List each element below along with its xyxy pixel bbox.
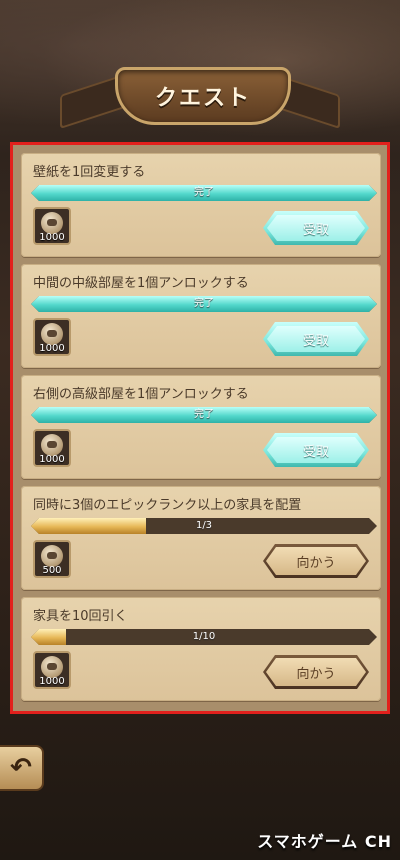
go-button[interactable]: 向かう xyxy=(263,544,369,578)
quest-card: 家具を10回引く 1/10 1000 向かう xyxy=(21,597,381,701)
claim-button[interactable]: 受取 xyxy=(263,322,369,356)
title-plaque: クエスト xyxy=(115,67,291,125)
progress-text: 完了 xyxy=(194,187,214,198)
watermark: スマホゲーム CH xyxy=(257,832,392,851)
progress-bar: 完了 xyxy=(31,407,377,423)
reward-amount: 1000 xyxy=(39,232,65,243)
claim-button-label: 受取 xyxy=(302,222,329,238)
page-title: クエスト xyxy=(154,86,251,111)
reward-amount: 1000 xyxy=(39,343,65,354)
go-button-label: 向かう xyxy=(296,555,336,571)
reward-amount: 1000 xyxy=(39,676,65,687)
progress-text: 完了 xyxy=(194,409,214,420)
quest-title: 中間の中級部屋を1個アンロックする xyxy=(33,276,249,291)
claim-button[interactable]: 受取 xyxy=(263,433,369,467)
quest-card: 右側の高級部屋を1個アンロックする 完了 1000 受取 xyxy=(21,375,381,479)
reward-item[interactable]: 500 xyxy=(33,540,71,578)
progress-text: 1/3 xyxy=(195,520,213,531)
back-button[interactable]: ↶ xyxy=(0,745,44,791)
progress-bar: 1/10 xyxy=(31,629,377,645)
quest-card: 中間の中級部屋を1個アンロックする 完了 1000 受取 xyxy=(21,264,381,368)
coin-icon xyxy=(41,545,63,567)
quest-card: 同時に3個のエピックランク以上の家具を配置 1/3 500 向かう xyxy=(21,486,381,590)
quest-title: 同時に3個のエピックランク以上の家具を配置 xyxy=(33,498,302,513)
quest-title: 右側の高級部屋を1個アンロックする xyxy=(33,387,249,402)
quest-list: 壁紙を1回変更する 完了 1000 受取 中間の中級部屋を1個アンロックする 完… xyxy=(13,145,387,711)
back-arrow-icon: ↶ xyxy=(10,753,32,783)
claim-button-label: 受取 xyxy=(302,333,329,349)
reward-item[interactable]: 1000 xyxy=(33,318,71,356)
go-button[interactable]: 向かう xyxy=(263,655,369,689)
reward-amount: 1000 xyxy=(39,454,65,465)
claim-button-label: 受取 xyxy=(302,444,329,460)
quest-panel: 壁紙を1回変更する 完了 1000 受取 中間の中級部屋を1個アンロックする 完… xyxy=(10,142,390,714)
progress-bar: 1/3 xyxy=(31,518,377,534)
quest-title: 家具を10回引く xyxy=(33,609,128,624)
coin-icon xyxy=(41,434,63,456)
reward-amount: 500 xyxy=(42,565,62,576)
quest-header: クエスト xyxy=(60,55,340,130)
coin-icon xyxy=(41,323,63,345)
progress-bar: 完了 xyxy=(31,296,377,312)
quest-card: 壁紙を1回変更する 完了 1000 受取 xyxy=(21,153,381,257)
coin-icon xyxy=(41,656,63,678)
claim-button[interactable]: 受取 xyxy=(263,211,369,245)
progress-bar: 完了 xyxy=(31,185,377,201)
reward-item[interactable]: 1000 xyxy=(33,429,71,467)
reward-item[interactable]: 1000 xyxy=(33,207,71,245)
quest-title: 壁紙を1回変更する xyxy=(33,165,146,180)
reward-item[interactable]: 1000 xyxy=(33,651,71,689)
progress-text: 1/10 xyxy=(192,631,216,642)
go-button-label: 向かう xyxy=(296,666,336,682)
coin-icon xyxy=(41,212,63,234)
progress-text: 完了 xyxy=(194,298,214,309)
